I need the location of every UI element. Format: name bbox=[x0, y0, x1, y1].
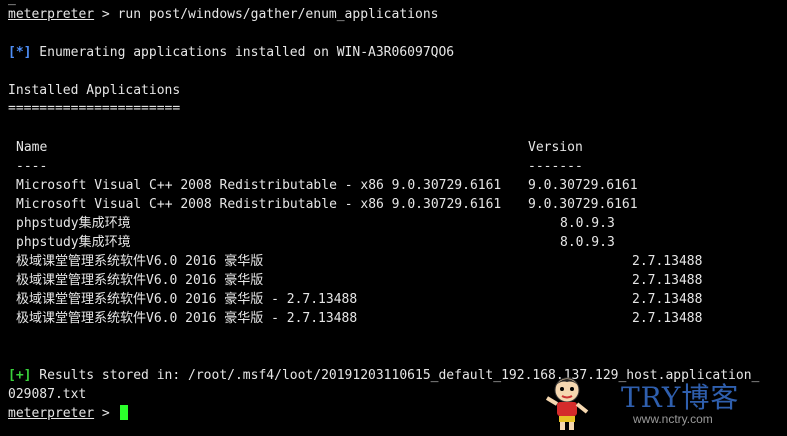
command-line: meterpreter > run post/windows/gather/en… bbox=[8, 5, 438, 24]
prompt-suffix: > bbox=[94, 406, 118, 421]
input-line[interactable]: meterpreter > bbox=[8, 404, 128, 423]
prompt-suffix: > bbox=[94, 7, 118, 22]
table-row-name: phpstudy集成环境 bbox=[16, 235, 131, 250]
table-row-name: Microsoft Visual C++ 2008 Redistributabl… bbox=[16, 197, 502, 212]
table-row-version: 9.0.30729.6161 bbox=[528, 178, 638, 193]
watermark-logo: TRY博客 bbox=[621, 381, 740, 414]
section-rule: ====================== bbox=[8, 101, 181, 116]
info-tag: [*] bbox=[8, 45, 32, 60]
info-text: Enumerating applications installed on WI… bbox=[31, 45, 455, 60]
table-row-version: 2.7.13488 bbox=[632, 273, 703, 288]
text-cursor[interactable] bbox=[119, 405, 128, 420]
table-rule-version: ------- bbox=[528, 159, 583, 174]
meterpreter-prompt: meterpreter bbox=[8, 406, 95, 421]
meterpreter-prompt: meterpreter bbox=[8, 7, 95, 22]
ok-status-line-wrap: 029087.txt bbox=[8, 387, 87, 402]
command-text: run post/windows/gather/enum_application… bbox=[117, 7, 439, 22]
table-row-name: 极域课堂管理系统软件V6.0 2016 豪华版 - 2.7.13488 bbox=[16, 311, 358, 326]
table-row-name: phpstudy集成环境 bbox=[16, 216, 131, 231]
terminal-window[interactable]: _ meterpreter > run post/windows/gather/… bbox=[0, 0, 787, 436]
table-row-name: 极域课堂管理系统软件V6.0 2016 豪华版 bbox=[16, 273, 264, 288]
table-row-version: 8.0.9.3 bbox=[560, 216, 615, 231]
table-row-name: 极域课堂管理系统软件V6.0 2016 豪华版 bbox=[16, 254, 264, 269]
table-row-version: 8.0.9.3 bbox=[560, 235, 615, 250]
watermark-url: www.nctry.com bbox=[633, 412, 713, 426]
watermark: TRY博客 www.nctry.com bbox=[537, 372, 777, 432]
table-row-name: Microsoft Visual C++ 2008 Redistributabl… bbox=[16, 178, 502, 193]
table-rule-name: ---- bbox=[16, 159, 48, 174]
section-title: Installed Applications bbox=[8, 83, 181, 98]
table-header-name: Name bbox=[16, 140, 48, 155]
info-status-line: [*] Enumerating applications installed o… bbox=[8, 43, 454, 62]
table-row-name: 极域课堂管理系统软件V6.0 2016 豪华版 - 2.7.13488 bbox=[16, 292, 358, 307]
table-row-version: 2.7.13488 bbox=[632, 292, 703, 307]
ok-tag: [+] bbox=[8, 368, 32, 383]
table-row-version: 2.7.13488 bbox=[632, 254, 703, 269]
table-row-version: 2.7.13488 bbox=[632, 311, 703, 326]
table-header-version: Version bbox=[528, 140, 583, 155]
table-row-version: 9.0.30729.6161 bbox=[528, 197, 638, 212]
mascot-icon bbox=[545, 377, 589, 430]
